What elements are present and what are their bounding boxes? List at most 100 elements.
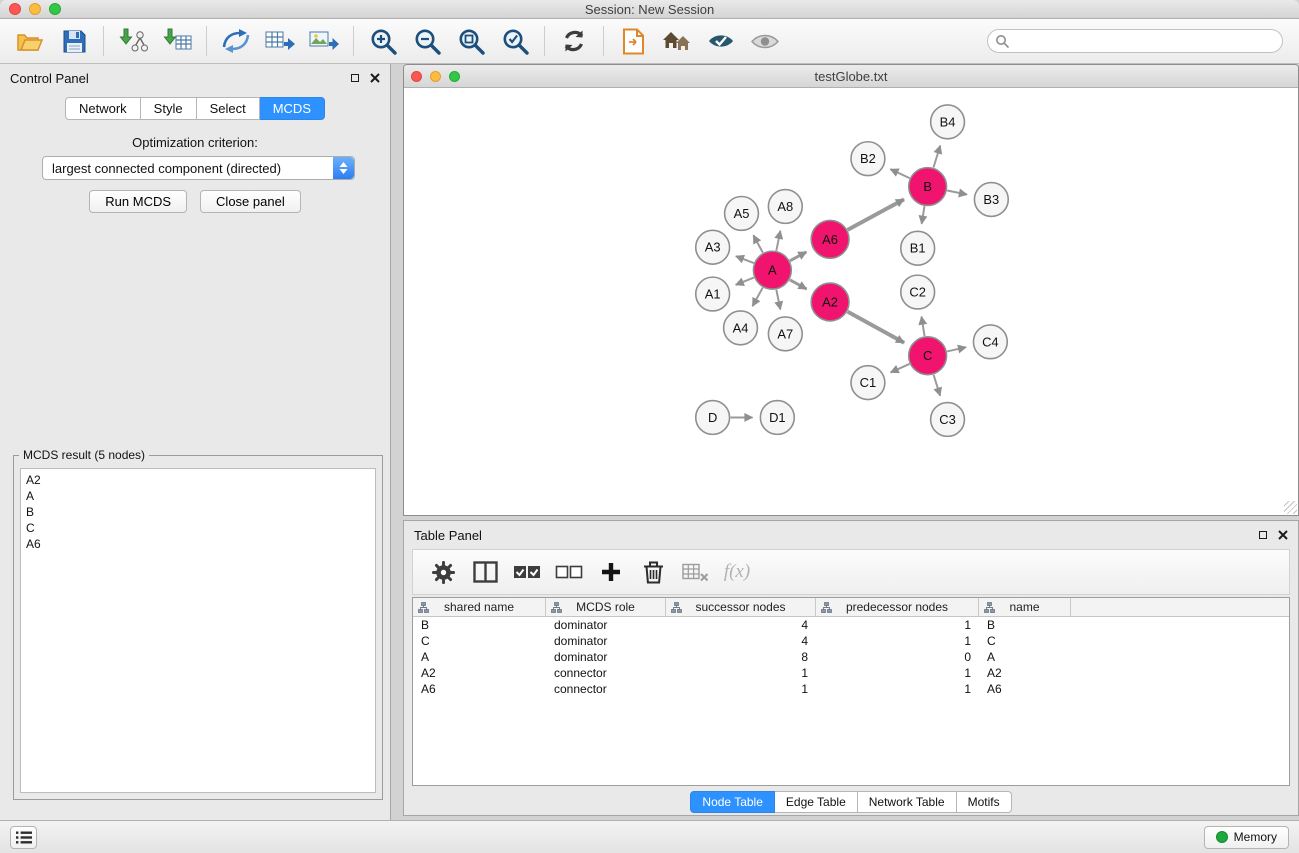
home-button[interactable] [655, 22, 699, 60]
delete-button[interactable] [639, 556, 667, 588]
node-A[interactable]: A [753, 251, 791, 289]
cell-MCDS-role[interactable]: connector [546, 682, 666, 696]
select-all-button[interactable] [513, 556, 541, 588]
result-item-a2[interactable]: A2 [26, 472, 370, 488]
cell-predecessor-nodes[interactable]: 1 [816, 682, 979, 696]
edge-A-A2[interactable] [790, 280, 807, 289]
node-C4[interactable]: C4 [973, 325, 1007, 359]
cell-shared-name[interactable]: A [413, 650, 546, 664]
zoom-network-button[interactable] [449, 71, 460, 82]
column-header-MCDS-role[interactable]: MCDS role [546, 598, 666, 616]
node-B[interactable]: B [909, 168, 947, 206]
node-B4[interactable]: B4 [931, 105, 965, 139]
search-input[interactable] [987, 29, 1283, 53]
close-table-panel-icon[interactable] [1278, 528, 1288, 543]
column-header-successor-nodes[interactable]: successor nodes [666, 598, 816, 616]
cell-successor-nodes[interactable]: 8 [666, 650, 816, 664]
zoom-out-button[interactable] [405, 22, 449, 60]
float-panel-icon[interactable] [351, 74, 359, 82]
import-table-button[interactable] [155, 22, 199, 60]
node-A8[interactable]: A8 [768, 190, 802, 224]
column-header-name[interactable]: name [979, 598, 1071, 616]
cell-name[interactable]: C [979, 634, 1071, 648]
edge-C-C1[interactable] [891, 364, 910, 372]
zoom-in-button[interactable] [361, 22, 405, 60]
edge-A-A7[interactable] [776, 290, 780, 310]
cell-MCDS-role[interactable]: dominator [546, 618, 666, 632]
edge-B-B3[interactable] [947, 191, 967, 195]
result-item-a[interactable]: A [26, 488, 370, 504]
table-settings-button[interactable] [429, 556, 457, 588]
cell-predecessor-nodes[interactable]: 1 [816, 634, 979, 648]
table-row-A2[interactable]: A2connector11A2 [413, 665, 1289, 681]
graphics-details-button[interactable] [699, 22, 743, 60]
tab-mcds[interactable]: MCDS [260, 97, 325, 120]
tab-style[interactable]: Style [141, 97, 197, 120]
cell-MCDS-role[interactable]: connector [546, 666, 666, 680]
cell-name[interactable]: A [979, 650, 1071, 664]
cell-shared-name[interactable]: A6 [413, 682, 546, 696]
node-C3[interactable]: C3 [931, 403, 965, 437]
edge-C-C3[interactable] [934, 375, 941, 396]
node-A5[interactable]: A5 [725, 196, 759, 230]
node-A4[interactable]: A4 [724, 311, 758, 345]
cell-predecessor-nodes[interactable]: 1 [816, 666, 979, 680]
node-C[interactable]: C [909, 337, 947, 375]
tab-select[interactable]: Select [197, 97, 260, 120]
edge-C-C4[interactable] [947, 347, 966, 351]
mcds-result-list[interactable]: A2ABCA6 [20, 468, 376, 793]
node-C2[interactable]: C2 [901, 275, 935, 309]
cell-MCDS-role[interactable]: dominator [546, 650, 666, 664]
float-table-panel-icon[interactable] [1259, 531, 1267, 539]
zoom-selected-button[interactable] [493, 22, 537, 60]
document-button[interactable] [611, 22, 655, 60]
edge-A2-C[interactable] [848, 312, 905, 343]
node-B1[interactable]: B1 [901, 231, 935, 265]
edge-A6-B[interactable] [848, 199, 904, 229]
edge-A-A1[interactable] [736, 278, 754, 285]
minimize-network-button[interactable] [430, 71, 441, 82]
cell-shared-name[interactable]: B [413, 618, 546, 632]
edge-A-A6[interactable] [790, 252, 806, 261]
cell-predecessor-nodes[interactable]: 0 [816, 650, 979, 664]
node-C1[interactable]: C1 [851, 366, 885, 400]
delete-column-button[interactable] [681, 556, 709, 588]
node-D1[interactable]: D1 [760, 401, 794, 435]
close-window-button[interactable] [9, 3, 21, 15]
show-column-button[interactable] [471, 556, 499, 588]
cell-MCDS-role[interactable]: dominator [546, 634, 666, 648]
network-canvas[interactable]: B4B2BB3A8A5A6A3B1AC2A1A2A4A7C4CC1DD1C3 [404, 89, 1298, 515]
table-row-B[interactable]: Bdominator41B [413, 617, 1289, 633]
cell-successor-nodes[interactable]: 4 [666, 618, 816, 632]
resize-grip[interactable] [1284, 501, 1297, 514]
cell-successor-nodes[interactable]: 1 [666, 666, 816, 680]
node-D[interactable]: D [696, 401, 730, 435]
edge-C-C2[interactable] [922, 317, 925, 336]
result-item-b[interactable]: B [26, 504, 370, 520]
node-A6[interactable]: A6 [811, 220, 849, 258]
minimize-window-button[interactable] [29, 3, 41, 15]
node-B2[interactable]: B2 [851, 142, 885, 176]
import-network-button[interactable] [111, 22, 155, 60]
export-table-button[interactable] [258, 22, 302, 60]
node-A1[interactable]: A1 [696, 277, 730, 311]
column-header-shared-name[interactable]: shared name [413, 598, 546, 616]
cell-predecessor-nodes[interactable]: 1 [816, 618, 979, 632]
result-item-c[interactable]: C [26, 520, 370, 536]
add-row-button[interactable] [597, 556, 625, 588]
zoom-fit-button[interactable] [449, 22, 493, 60]
tab-motifs[interactable]: Motifs [957, 791, 1012, 813]
open-file-button[interactable] [8, 22, 52, 60]
network-graph[interactable]: B4B2BB3A8A5A6A3B1AC2A1A2A4A7C4CC1DD1C3 [404, 89, 1298, 515]
task-history-button[interactable] [10, 826, 37, 849]
zoom-window-button[interactable] [49, 3, 61, 15]
cell-successor-nodes[interactable]: 1 [666, 682, 816, 696]
node-A3[interactable]: A3 [696, 230, 730, 264]
cell-name[interactable]: A2 [979, 666, 1071, 680]
close-panel-button[interactable]: Close panel [200, 190, 301, 213]
criterion-dropdown[interactable]: largest connected component (directed) [42, 156, 355, 180]
refresh-button[interactable] [552, 22, 596, 60]
node-A7[interactable]: A7 [768, 317, 802, 351]
cell-successor-nodes[interactable]: 4 [666, 634, 816, 648]
cell-name[interactable]: A6 [979, 682, 1071, 696]
